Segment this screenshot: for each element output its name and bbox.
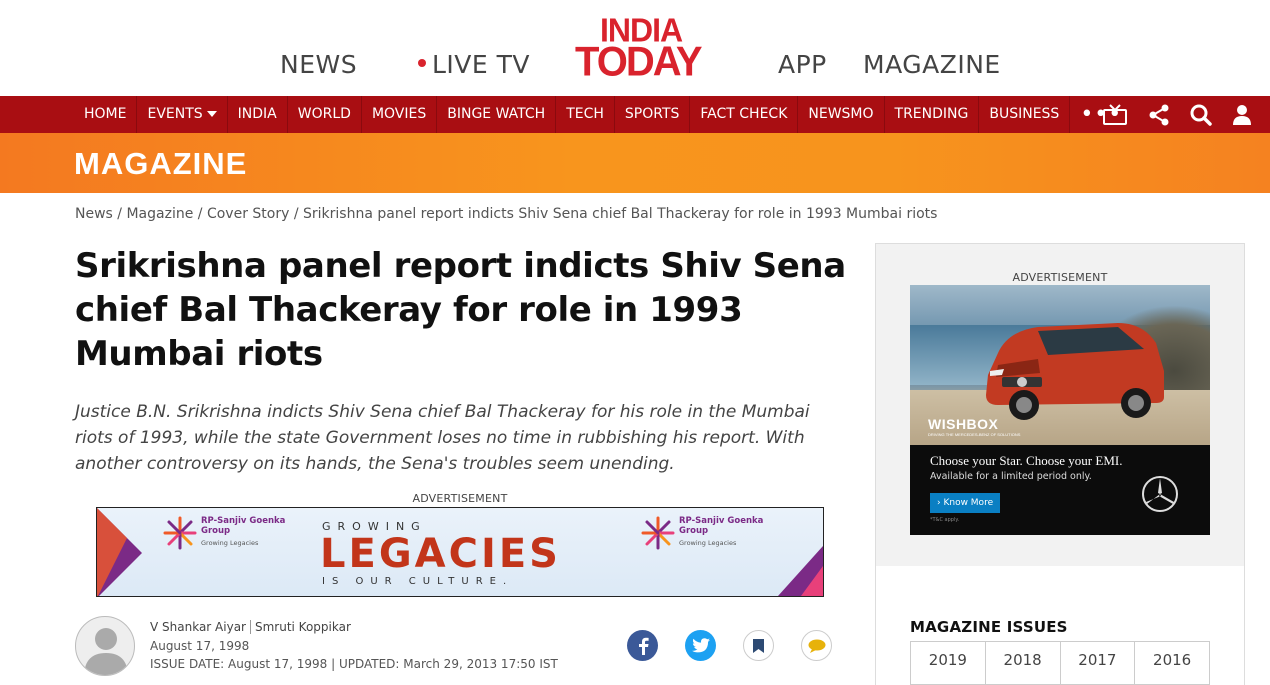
chevron-down-icon bbox=[206, 111, 217, 117]
mercedes-star-icon bbox=[1142, 476, 1178, 512]
year-tab-2016[interactable]: 2016 bbox=[1135, 642, 1209, 684]
nav-item-events-label: EVENTS bbox=[147, 106, 203, 122]
live-tv-label: LIVE TV bbox=[432, 50, 531, 79]
ad-label: ADVERTISEMENT bbox=[1012, 271, 1108, 284]
nav-item-sports[interactable]: SPORTS bbox=[615, 96, 691, 133]
facebook-icon bbox=[638, 637, 649, 655]
twitter-icon bbox=[691, 638, 710, 653]
rpsg-logo-right: RP-Sanjiv Goenka Group Growing Legacies bbox=[641, 516, 763, 550]
section-banner: MAGAZINE bbox=[0, 133, 1270, 193]
ad-culture-text: IS OUR CULTURE. bbox=[322, 576, 514, 587]
ad-legacies-text: LEGACIES bbox=[320, 531, 561, 577]
nav-item-home[interactable]: HOME bbox=[74, 96, 138, 133]
car-image bbox=[986, 323, 1164, 420]
tv-icon[interactable] bbox=[1102, 103, 1128, 126]
rpsg-name: RP-Sanjiv Goenka bbox=[201, 516, 286, 526]
rpsg-tagline: Growing Legacies bbox=[679, 539, 737, 547]
nav-item-tech[interactable]: TECH bbox=[556, 96, 615, 133]
ad-decor-shape bbox=[801, 566, 823, 596]
bookmark-button[interactable] bbox=[743, 630, 774, 661]
facebook-share-button[interactable] bbox=[627, 630, 658, 661]
nav-item-trending[interactable]: TRENDING bbox=[885, 96, 980, 133]
magazine-issues-title: MAGAZINE ISSUES bbox=[910, 618, 1068, 636]
year-tab-2019[interactable]: 2019 bbox=[911, 642, 986, 684]
top-link-magazine[interactable]: MAGAZINE bbox=[863, 50, 1001, 79]
live-dot-icon bbox=[418, 59, 426, 67]
nav-item-fact-check[interactable]: FACT CHECK bbox=[690, 96, 799, 133]
nav-item-movies[interactable]: MOVIES bbox=[362, 96, 438, 133]
author-link[interactable]: V Shankar Aiyar bbox=[150, 620, 246, 634]
comment-icon bbox=[808, 639, 825, 653]
breadcrumb: News / Magazine / Cover Story / Srikrish… bbox=[75, 206, 938, 222]
main-nav: HOME EVENTS INDIA WORLD MOVIES BINGE WAT… bbox=[0, 96, 1270, 133]
nav-item-events[interactable]: EVENTS bbox=[137, 96, 228, 133]
share-icon[interactable] bbox=[1148, 104, 1170, 126]
nav-icons bbox=[1102, 96, 1252, 133]
india-today-logo[interactable]: INDIA TODAY bbox=[575, 13, 725, 86]
rpsg-text: RP-Sanjiv Goenka Group Growing Legacies bbox=[201, 516, 285, 548]
ad-tnc: *T&C apply. bbox=[930, 517, 960, 523]
bookmark-icon bbox=[753, 638, 764, 653]
breadcrumb-magazine[interactable]: Magazine bbox=[126, 206, 193, 222]
search-icon[interactable] bbox=[1190, 104, 1212, 126]
article-headline: Srikrishna panel report indicts Shiv Sen… bbox=[75, 246, 846, 374]
rpsg-logo: RP-Sanjiv Goenka Group Growing Legacies bbox=[163, 516, 285, 550]
logo-line2: TODAY bbox=[575, 38, 703, 86]
author-link[interactable]: Smruti Koppikar bbox=[255, 620, 351, 634]
twitter-share-button[interactable] bbox=[685, 630, 716, 661]
sidebar-ad[interactable]: WISHBOX DRIVING THE MERCEDES-BENZ OF SOLU… bbox=[910, 285, 1210, 535]
top-link-news[interactable]: NEWS bbox=[280, 50, 357, 79]
comment-button[interactable] bbox=[801, 630, 832, 661]
nav-item-business[interactable]: BUSINESS bbox=[979, 96, 1071, 133]
publish-date: August 17, 1998 bbox=[150, 639, 250, 653]
issue-date: ISSUE DATE: August 17, 1998 | UPDATED: M… bbox=[150, 657, 558, 671]
year-tabs: 2019 2018 2017 2016 bbox=[910, 641, 1210, 685]
rpsg-text: RP-Sanjiv Goenka Group Growing Legacies bbox=[679, 516, 763, 548]
ad-label: ADVERTISEMENT bbox=[412, 492, 508, 505]
nav-item-newsmo[interactable]: NEWSMO bbox=[798, 96, 885, 133]
article-summary: Justice B.N. Srikrishna indicts Shiv Sen… bbox=[75, 402, 810, 474]
banner-ad[interactable]: RP-Sanjiv Goenka Group Growing Legacies GR… bbox=[96, 507, 824, 597]
rpsg-name: RP-Sanjiv Goenka bbox=[679, 516, 764, 526]
author-separator bbox=[249, 620, 251, 634]
nav-item-india[interactable]: INDIA bbox=[228, 96, 288, 133]
breadcrumb-cover-story[interactable]: Cover Story bbox=[207, 206, 289, 222]
nav-item-world[interactable]: WORLD bbox=[288, 96, 362, 133]
rpsg-tagline: Growing Legacies bbox=[201, 539, 259, 547]
year-tab-2017[interactable]: 2017 bbox=[1061, 642, 1136, 684]
section-title[interactable]: MAGAZINE bbox=[74, 146, 247, 182]
avatar-placeholder-icon bbox=[84, 628, 128, 675]
breadcrumb-news[interactable]: News bbox=[75, 206, 113, 222]
author-names: V Shankar Aiyar Smruti Koppikar bbox=[150, 620, 351, 634]
wishbox-title: WISHBOX bbox=[928, 416, 999, 432]
breadcrumb-current: Srikrishna panel report indicts Shiv Sen… bbox=[303, 206, 938, 222]
ad-decor-shape bbox=[97, 508, 127, 596]
top-bar: NEWS LIVE TV INDIA TODAY APP MAGAZINE bbox=[0, 0, 1270, 96]
nav-items: HOME EVENTS INDIA WORLD MOVIES BINGE WAT… bbox=[74, 96, 1132, 133]
ad-headline: Choose your Star. Choose your EMI. bbox=[930, 453, 1123, 468]
top-link-live-tv[interactable]: LIVE TV bbox=[418, 50, 530, 79]
user-icon[interactable] bbox=[1232, 104, 1252, 126]
ad-subline: Available for a limited period only. bbox=[930, 471, 1092, 482]
rpsg-group: Group bbox=[201, 526, 231, 536]
rpsg-group: Group bbox=[679, 526, 709, 536]
top-link-app[interactable]: APP bbox=[778, 50, 827, 79]
wishbox-logo: WISHBOX DRIVING THE MERCEDES-BENZ OF SOLU… bbox=[928, 416, 1020, 437]
know-more-button[interactable]: › Know More bbox=[930, 493, 1001, 513]
year-tab-2018[interactable]: 2018 bbox=[986, 642, 1061, 684]
author-avatar bbox=[75, 616, 135, 676]
nav-item-binge-watch[interactable]: BINGE WATCH bbox=[437, 96, 557, 133]
rpsg-burst-icon bbox=[641, 516, 675, 550]
rpsg-burst-icon bbox=[163, 516, 197, 550]
wishbox-sub: DRIVING THE MERCEDES-BENZ OF SOLUTIONS bbox=[928, 432, 1021, 437]
